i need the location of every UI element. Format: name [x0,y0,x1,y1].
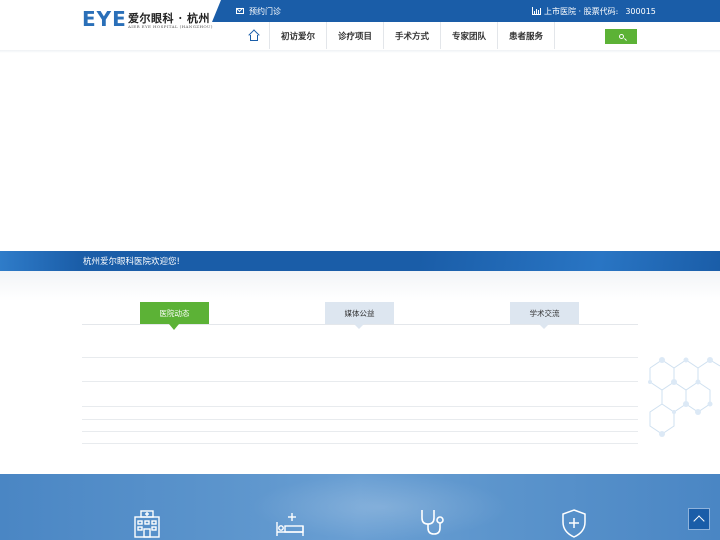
stock-info: 上市医院 · 股票代码: 300015 [532,5,656,17]
back-to-top-button[interactable] [688,508,710,530]
site-logo[interactable]: EYE 爱尔眼科 · 杭州 AIER EYE HOSPITAL (HANGZHO… [82,7,212,31]
services-section [0,474,720,540]
news-divider [82,443,638,444]
bed-icon[interactable] [274,508,304,538]
nav-item-treatments[interactable]: 诊疗项目 [327,22,384,49]
shield-medical-icon[interactable] [559,508,589,538]
welcome-bar: 杭州爱尔眼科医院欢迎您! [0,251,720,271]
welcome-text: 杭州爱尔眼科医院欢迎您! [83,257,180,267]
nav-item-experts[interactable]: 专家团队 [441,22,498,49]
appointment-link[interactable]: 预约门诊 [236,5,281,17]
stock-code: 300015 [625,6,656,16]
stock-label: 上市医院 · 股票代码: [544,6,619,16]
news-divider [82,357,638,358]
search-icon [618,34,624,39]
nav-item-surgery[interactable]: 手术方式 [384,22,441,49]
news-divider [82,431,638,432]
site-header: EYE 爱尔眼科 · 杭州 AIER EYE HOSPITAL (HANGZHO… [0,0,720,52]
main-nav: 初访爱尔 诊疗项目 手术方式 专家团队 患者服务 [238,22,555,49]
hospital-icon[interactable] [132,508,162,538]
news-divider [82,381,638,382]
banner-area [0,53,720,251]
appointment-label: 预约门诊 [249,6,281,16]
news-divider [82,419,638,420]
home-icon [247,28,260,41]
tab-media-charity[interactable]: 媒体公益 [325,302,394,329]
news-divider [82,406,638,407]
nav-home[interactable] [238,22,270,49]
bar-chart-icon [532,7,541,15]
logo-mark: EYE [82,7,127,31]
mail-icon [236,8,244,14]
molecule-decoration [648,357,720,437]
logo-name-en: AIER EYE HOSPITAL (HANGZHOU) [128,24,213,29]
tab-academic[interactable]: 学术交流 [510,302,579,329]
chevron-up-icon [693,515,705,527]
welcome-deco-right [420,251,720,271]
nav-item-visit[interactable]: 初访爱尔 [270,22,327,49]
nav-item-patient-service[interactable]: 患者服务 [498,22,555,49]
tab-hospital-news[interactable]: 医院动态 [140,302,209,330]
welcome-deco-left [0,251,80,271]
search-button[interactable] [605,29,637,44]
stethoscope-icon[interactable] [416,506,446,536]
